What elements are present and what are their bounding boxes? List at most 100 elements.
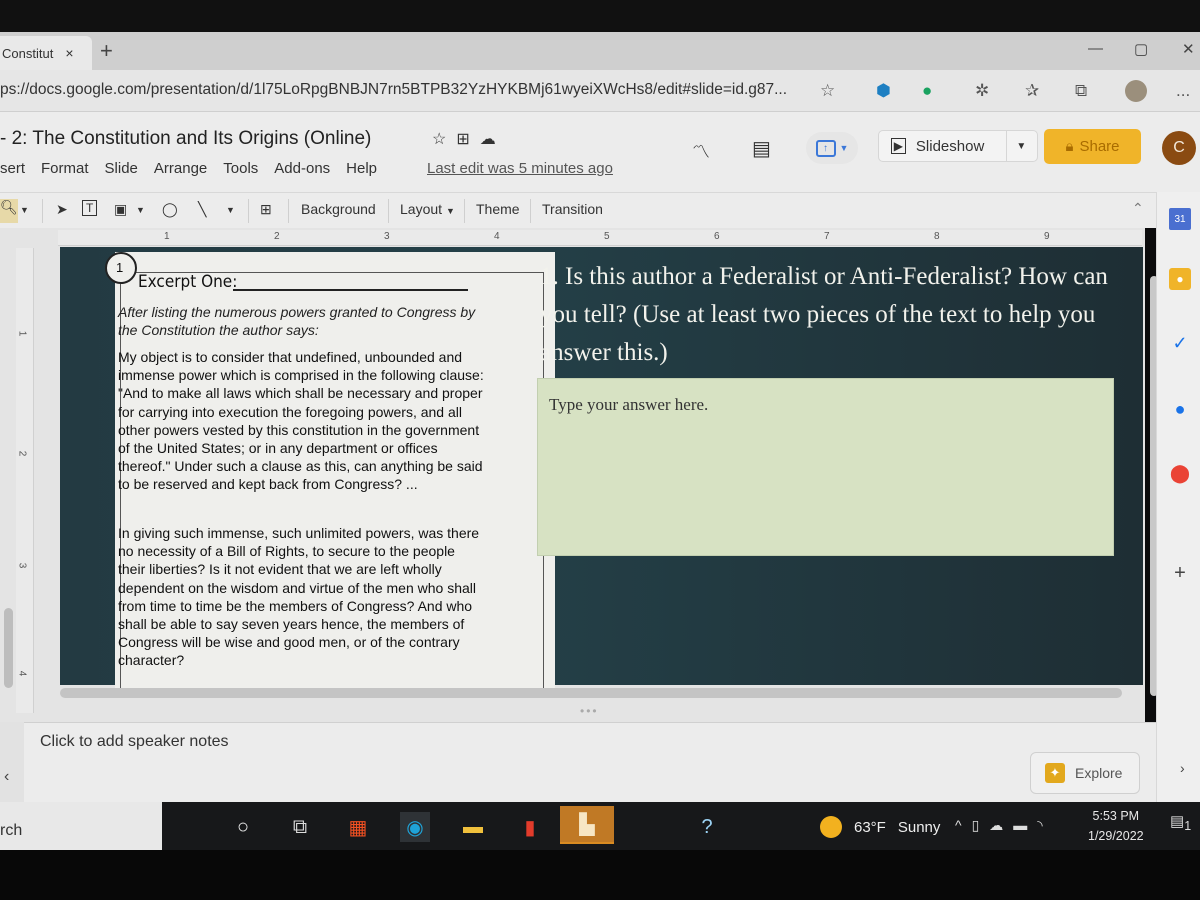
side-panel: 31 ● ✓ ● ⬤ + [1156, 192, 1200, 802]
profile-icon[interactable] [1125, 80, 1147, 102]
onedrive-folder-icon[interactable]: ▙ [560, 806, 614, 844]
taskbar-search[interactable]: rch [0, 802, 162, 850]
select-tool-icon[interactable]: ➤ [56, 201, 68, 218]
answer-placeholder[interactable]: Type your answer here. [549, 395, 708, 415]
title-icons: ☆⊞☁ [432, 129, 506, 149]
add-favorite-icon[interactable]: ☆ [820, 81, 835, 101]
onedrive-icon[interactable]: ☁ [989, 817, 1013, 833]
speaker-notes[interactable]: Click to add speaker notes [24, 722, 1156, 802]
comments-icon[interactable]: ▤ [752, 136, 771, 161]
play-icon: ▶ [890, 138, 906, 154]
excerpt-intro: After listing the numerous powers grante… [118, 304, 476, 338]
image-dropdown-icon[interactable]: ▼ [136, 205, 145, 215]
filmstrip-scrollbar[interactable] [4, 608, 13, 688]
taskbar-clock[interactable]: 5:53 PM 1/29/2022 [1088, 806, 1144, 846]
activity-dashboard-icon[interactable]: 〽 [692, 138, 710, 164]
favorites-icon[interactable]: ✰ [1025, 81, 1039, 101]
calendar-icon[interactable]: 31 [1169, 208, 1191, 230]
menu-help[interactable]: Help [346, 160, 377, 177]
slideshow-options-dropdown[interactable]: ▼ [1007, 141, 1035, 152]
address-bar: ps://docs.google.com/presentation/d/1l75… [0, 70, 1200, 112]
keep-icon[interactable]: ● [1169, 268, 1191, 290]
last-edit-link[interactable]: Last edit was 5 minutes ago [427, 160, 613, 177]
url-input[interactable]: ps://docs.google.com/presentation/d/1l75… [0, 81, 787, 99]
close-window-button[interactable]: ✕ [1182, 40, 1195, 58]
horizontal-scrollbar[interactable] [60, 688, 1122, 698]
chevron-down-icon: ▼ [445, 206, 455, 216]
slideshow-button[interactable]: ▶ Slideshow ▼ [878, 130, 1038, 162]
menu-arrange[interactable]: Arrange [154, 160, 207, 177]
meet-now-icon[interactable]: ▯ [972, 817, 990, 833]
maximize-button[interactable]: ▢ [1134, 40, 1148, 58]
cortana-icon[interactable]: ○ [228, 812, 258, 842]
menu-tools[interactable]: Tools [223, 160, 258, 177]
layout-button[interactable]: Layout ▼ [400, 201, 455, 217]
theme-button[interactable]: Theme [476, 201, 520, 217]
toolbar-divider [42, 199, 43, 223]
line-icon[interactable]: ╲ [198, 201, 206, 218]
explore-button[interactable]: ✦ Explore [1030, 752, 1140, 794]
add-addon-icon[interactable]: + [1169, 562, 1191, 584]
move-folder-icon[interactable]: ⊞ [456, 131, 479, 148]
show-filmstrip-icon[interactable]: ‹ [4, 768, 9, 786]
menu-format[interactable]: Format [41, 160, 89, 177]
zoom-dropdown-icon[interactable]: ▼ [20, 205, 29, 215]
maps-icon[interactable]: ⬤ [1169, 462, 1191, 484]
notes-resize-handle[interactable]: ••• [580, 704, 599, 718]
monitor-bezel-top [0, 0, 1200, 32]
vpn-extension-icon[interactable]: ⬢ [876, 81, 891, 101]
screen: Constitut × + — ▢ ✕ ps://docs.google.com… [0, 0, 1200, 900]
edge-icon[interactable]: ◉ [400, 812, 430, 842]
answer-text-box[interactable]: Type your answer here. [537, 378, 1114, 556]
speaker-notes-placeholder[interactable]: Click to add speaker notes [40, 733, 229, 751]
shape-icon[interactable]: ◯ [162, 201, 178, 218]
tray-expand-icon[interactable]: ^ [955, 817, 972, 833]
share-button[interactable]: 🔒︎ Share [1044, 129, 1141, 164]
weather-widget[interactable]: 63°F Sunny [820, 816, 940, 838]
browser-tab[interactable]: Constitut × [0, 36, 92, 70]
toolbar-divider [464, 199, 465, 223]
transition-button[interactable]: Transition [542, 201, 603, 217]
microsoft-store-icon[interactable]: ▦ [343, 812, 373, 842]
new-tab-button[interactable]: + [100, 38, 113, 64]
menu-insert[interactable]: sert [0, 160, 25, 177]
star-icon[interactable]: ☆ [432, 131, 456, 148]
toolbar-divider [288, 199, 289, 223]
menu-slide[interactable]: Slide [105, 160, 138, 177]
background-button[interactable]: Background [301, 201, 376, 217]
browser-tab-strip: Constitut × + — ▢ ✕ [0, 32, 1200, 70]
present-to-meeting-button[interactable]: ↑ ▼ [806, 132, 858, 164]
collections-icon[interactable]: ⧉ [1075, 81, 1087, 101]
minimize-button[interactable]: — [1088, 40, 1103, 57]
help-icon[interactable]: ? [692, 812, 722, 842]
contacts-icon[interactable]: ● [1169, 398, 1191, 420]
filmstrip-edge [0, 722, 24, 802]
battery-icon[interactable]: ▬ [1013, 817, 1037, 833]
file-explorer-icon[interactable]: ▬ [458, 812, 488, 842]
wifi-icon[interactable]: ◝ [1037, 817, 1052, 833]
cloud-saved-icon[interactable]: ☁ [480, 131, 506, 148]
tab-close-icon[interactable]: × [65, 45, 73, 61]
task-view-icon[interactable]: ⧉ [285, 812, 315, 842]
text-box-icon[interactable]: T [82, 200, 98, 216]
extensions-icon[interactable]: ✲ [975, 81, 989, 101]
office-icon[interactable]: ▮ [515, 812, 545, 842]
account-avatar[interactable]: C [1162, 131, 1196, 165]
show-side-panel-icon[interactable]: › [1180, 760, 1185, 776]
excerpt-number-badge: 1 [105, 252, 137, 284]
horizontal-ruler: 1 2 3 4 5 6 7 8 9 [58, 230, 1142, 246]
menu-addons[interactable]: Add-ons [274, 160, 330, 177]
toolbar-divider [248, 199, 249, 223]
document-title[interactable]: - 2: The Constitution and Its Origins (O… [0, 128, 371, 150]
more-options-icon[interactable]: ... [1176, 81, 1190, 101]
image-icon[interactable]: ▣ [114, 201, 127, 218]
tasks-icon[interactable]: ✓ [1169, 332, 1191, 354]
zoom-tool-icon[interactable]: 🔍︎ [0, 199, 18, 223]
menu-bar: sert Format Slide Arrange Tools Add-ons … [0, 160, 377, 177]
line-dropdown-icon[interactable]: ▼ [226, 205, 235, 215]
system-tray: ^▯☁▬◝ [955, 817, 1053, 834]
add-comment-icon[interactable]: ⊞ [260, 201, 272, 218]
notification-center-icon[interactable]: ▤1 [1170, 812, 1192, 834]
grammarly-extension-icon[interactable]: ● [922, 81, 932, 101]
collapse-header-icon[interactable]: ⌃ [1132, 200, 1144, 217]
